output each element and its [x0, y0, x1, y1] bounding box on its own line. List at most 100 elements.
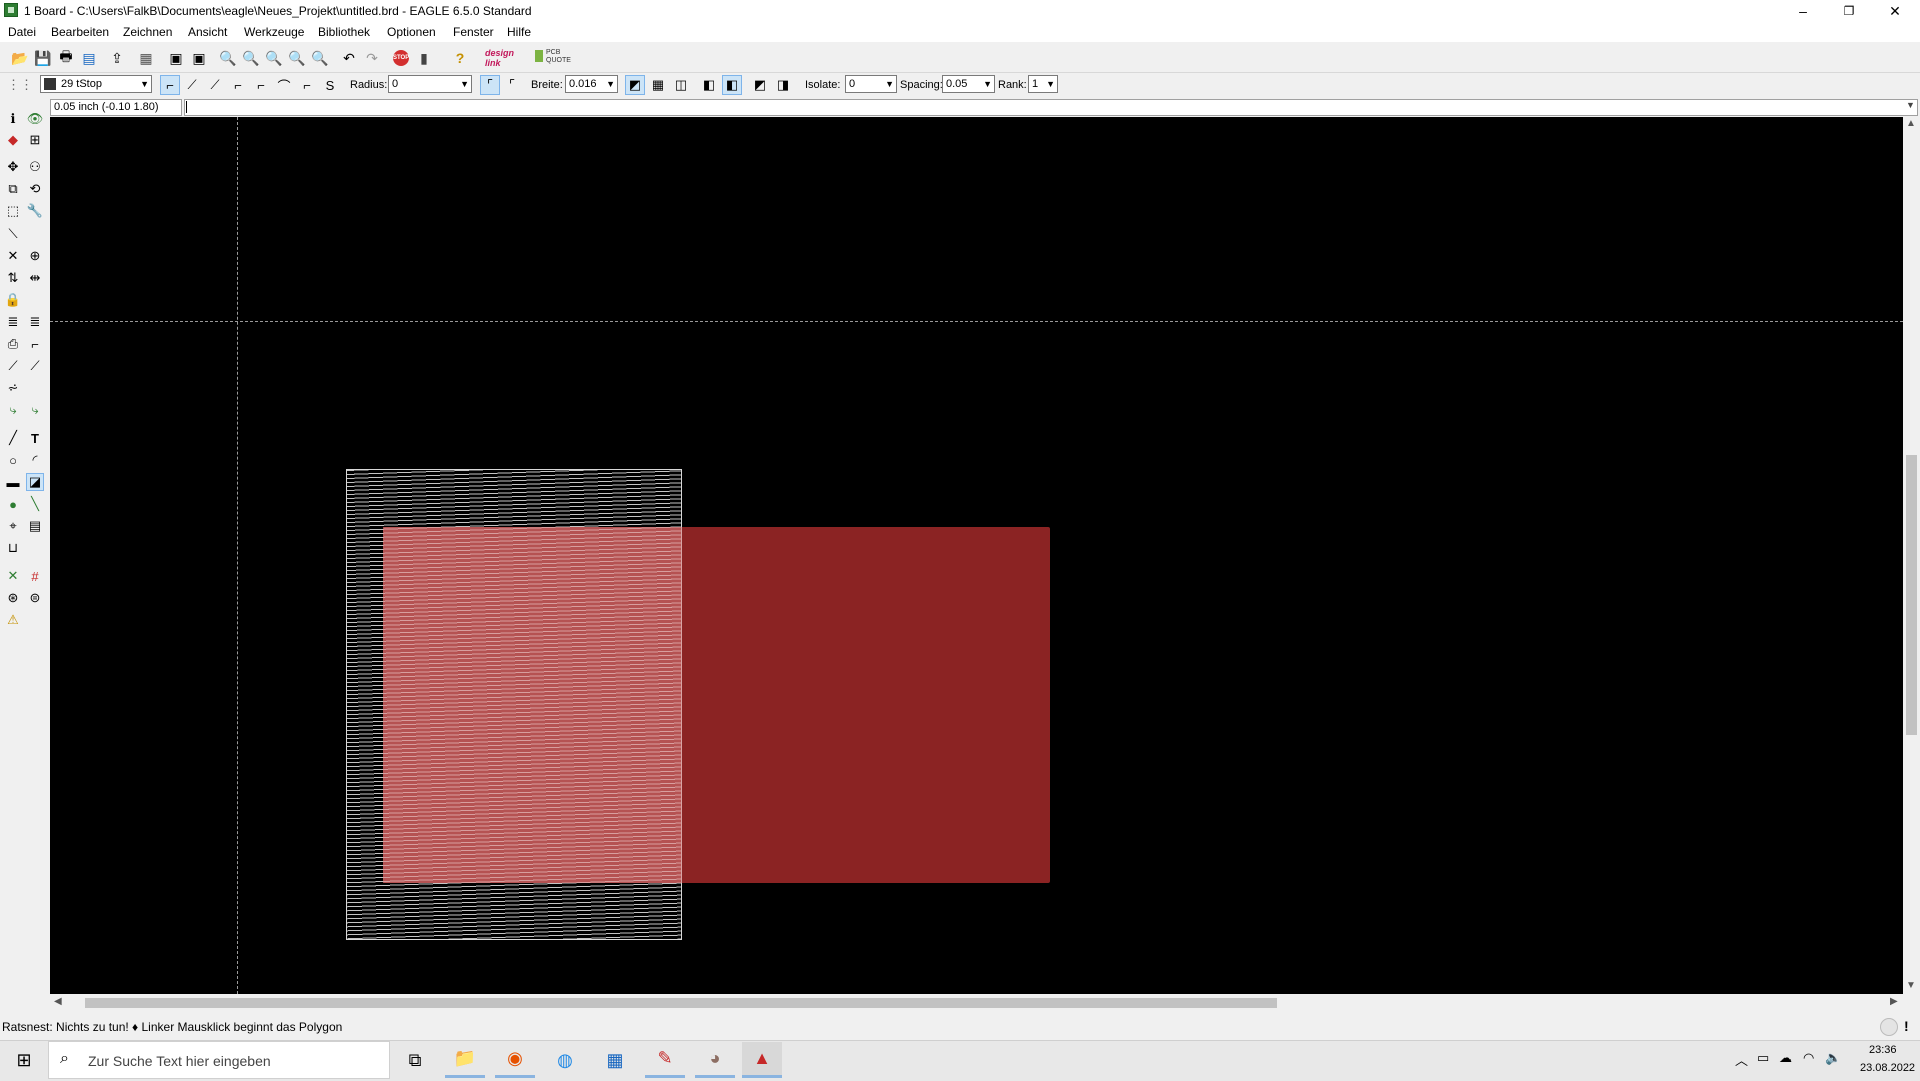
info-icon[interactable]: ℹ — [4, 110, 22, 128]
hole-icon[interactable]: ⌖ — [4, 517, 22, 535]
wire-bend-6-icon[interactable]: ⌐ — [297, 75, 317, 95]
command-history-dropdown-icon[interactable]: ▼ — [1906, 100, 1915, 110]
isolate-select[interactable]: 0 ▼ — [845, 75, 897, 93]
arc-cap-flat-icon[interactable]: ⌜ — [502, 75, 522, 95]
autorouter-icon[interactable]: # — [26, 567, 44, 585]
undo-icon[interactable]: ↶ — [339, 48, 359, 68]
library-icon[interactable]: ▦ — [136, 48, 156, 68]
maximize-button[interactable]: ❐ — [1826, 0, 1872, 22]
save-icon[interactable]: 💾 — [33, 48, 53, 68]
drc-icon[interactable]: ⊜ — [26, 589, 44, 607]
rectangle-icon[interactable]: ▬ — [4, 473, 22, 491]
delete-icon[interactable]: ✕ — [4, 247, 22, 265]
scroll-down-icon[interactable]: ▼ — [1906, 980, 1916, 991]
rank-select[interactable]: 1 ▼ — [1028, 75, 1058, 93]
change-icon[interactable]: 🔧 — [26, 202, 44, 220]
minimize-button[interactable]: – — [1780, 0, 1826, 22]
onedrive-icon[interactable]: ☁ — [1779, 1050, 1792, 1066]
ulp-icon[interactable]: ▣ — [189, 48, 209, 68]
print-icon[interactable]: 🖶 — [56, 48, 76, 68]
circle-icon[interactable]: ○ — [4, 451, 22, 469]
no-thermals-icon[interactable]: ◧ — [722, 75, 742, 95]
calculator-icon[interactable]: ▦ — [595, 1042, 635, 1078]
help-icon[interactable]: ? — [450, 48, 470, 68]
meander-icon[interactable]: ⩫ — [4, 379, 22, 397]
zoom-out-icon[interactable]: 🔍 — [264, 48, 284, 68]
menu-bearbeiten[interactable]: Bearbeiten — [51, 25, 109, 39]
width-select[interactable]: 0.016 ▼ — [565, 75, 618, 93]
menu-optionen[interactable]: Optionen — [387, 25, 436, 39]
windows-start-icon[interactable]: ⊞ — [0, 1040, 48, 1080]
dimension-icon[interactable]: ⊔ — [4, 539, 22, 557]
pcb-quote-button[interactable]: PCB QUOTE — [546, 49, 576, 65]
eagle-taskbar-icon[interactable]: ▲ — [742, 1042, 782, 1078]
pour-hatch-icon[interactable]: ▦ — [648, 75, 668, 95]
spacing-select[interactable]: 0.05 ▼ — [942, 75, 995, 93]
polygon-icon[interactable]: ◪ — [26, 473, 44, 491]
wire-bend-7-icon[interactable]: S — [320, 75, 340, 95]
go-icon[interactable]: ▮ — [414, 48, 434, 68]
gimp-icon[interactable]: ◕ — [695, 1042, 735, 1078]
script-icon[interactable]: ▣ — [166, 48, 186, 68]
design-link-button[interactable]: design link — [485, 48, 529, 68]
switch-schematic-icon[interactable]: ⇪ — [107, 48, 127, 68]
clock-time[interactable]: 23:36 — [1869, 1044, 1897, 1056]
text-icon[interactable]: T — [26, 429, 44, 447]
value-icon[interactable]: ≣ — [26, 313, 44, 331]
cam-processor-icon[interactable]: ▤ — [79, 48, 99, 68]
zoom-select-icon[interactable]: 🔍 — [310, 48, 330, 68]
wifi-icon[interactable]: ◠ — [1803, 1050, 1814, 1066]
task-view-icon[interactable]: ⧉ — [395, 1042, 435, 1078]
menu-werkzeuge[interactable]: Werkzeuge — [244, 25, 304, 39]
split-icon[interactable]: ⟋ — [4, 357, 22, 375]
attribute-icon[interactable]: ▤ — [26, 517, 44, 535]
move-icon[interactable]: ✥ — [4, 158, 22, 176]
stop-icon[interactable]: STOP — [393, 50, 409, 66]
menu-datei[interactable]: Datei — [8, 25, 36, 39]
menu-zeichnen[interactable]: Zeichnen — [123, 25, 172, 39]
copy-icon[interactable]: ⚇ — [26, 158, 44, 176]
firefox-icon[interactable]: ◉ — [495, 1042, 535, 1078]
zoom-fit-icon[interactable]: 🔍 — [218, 48, 238, 68]
pour-solid-icon[interactable]: ◩ — [625, 75, 645, 95]
command-input[interactable] — [184, 99, 1918, 116]
lock-icon[interactable]: ⇹ — [26, 269, 44, 287]
layer-select[interactable]: 29 tStop ▼ — [40, 75, 152, 93]
horizontal-scroll-thumb[interactable] — [85, 998, 1277, 1008]
paste-icon[interactable]: ⟍ — [4, 225, 22, 243]
zoom-redraw-icon[interactable]: 🔍 — [287, 48, 307, 68]
stop-command-icon[interactable]: ! — [1904, 1018, 1909, 1034]
menu-fenster[interactable]: Fenster — [453, 25, 494, 39]
menu-bibliothek[interactable]: Bibliothek — [318, 25, 370, 39]
errors-icon[interactable]: ⚠ — [4, 611, 22, 629]
scroll-right-icon[interactable]: ▶ — [1890, 996, 1898, 1007]
file-explorer-icon[interactable]: 📁 — [445, 1042, 485, 1078]
add-icon[interactable]: ⊕ — [26, 247, 44, 265]
scroll-left-icon[interactable]: ◀ — [54, 996, 62, 1007]
orphans-on-icon[interactable]: ◨ — [773, 75, 793, 95]
wire-icon[interactable]: ╱ — [4, 429, 22, 447]
open-icon[interactable]: 📂 — [10, 48, 30, 68]
grid-icon[interactable]: ⋮⋮ — [7, 75, 33, 95]
close-button[interactable]: ✕ — [1872, 0, 1918, 22]
signal-icon[interactable]: ╲ — [26, 495, 44, 513]
show-icon[interactable]: 👁 — [26, 110, 44, 128]
menu-hilfe[interactable]: Hilfe — [507, 25, 531, 39]
name-icon[interactable]: ≣ — [4, 313, 22, 331]
board-canvas[interactable] — [50, 117, 1903, 994]
arc-cap-round-icon[interactable]: ⌜ — [480, 75, 500, 95]
clock-date[interactable]: 23.08.2022 — [1860, 1062, 1915, 1074]
radius-select[interactable]: 0 ▼ — [388, 75, 472, 93]
wire-bend-0-icon[interactable]: ⌐ — [160, 75, 180, 95]
wire-bend-5-icon[interactable]: ⌒ — [274, 75, 294, 95]
thermals-icon[interactable]: ◧ — [699, 75, 719, 95]
volume-icon[interactable]: 🔈 — [1825, 1050, 1841, 1066]
miter-icon[interactable]: ⌐ — [26, 335, 44, 353]
menu-ansicht[interactable]: Ansicht — [188, 25, 227, 39]
orphans-off-icon[interactable]: ◩ — [750, 75, 770, 95]
rotate-icon[interactable]: ⟲ — [26, 180, 44, 198]
wire-bend-2-icon[interactable]: ⟋ — [205, 75, 225, 95]
app-circle-icon[interactable]: ◍ — [545, 1042, 585, 1078]
wire-bend-3-icon[interactable]: ⌐ — [228, 75, 248, 95]
network-device-icon[interactable]: ▭ — [1757, 1050, 1769, 1066]
